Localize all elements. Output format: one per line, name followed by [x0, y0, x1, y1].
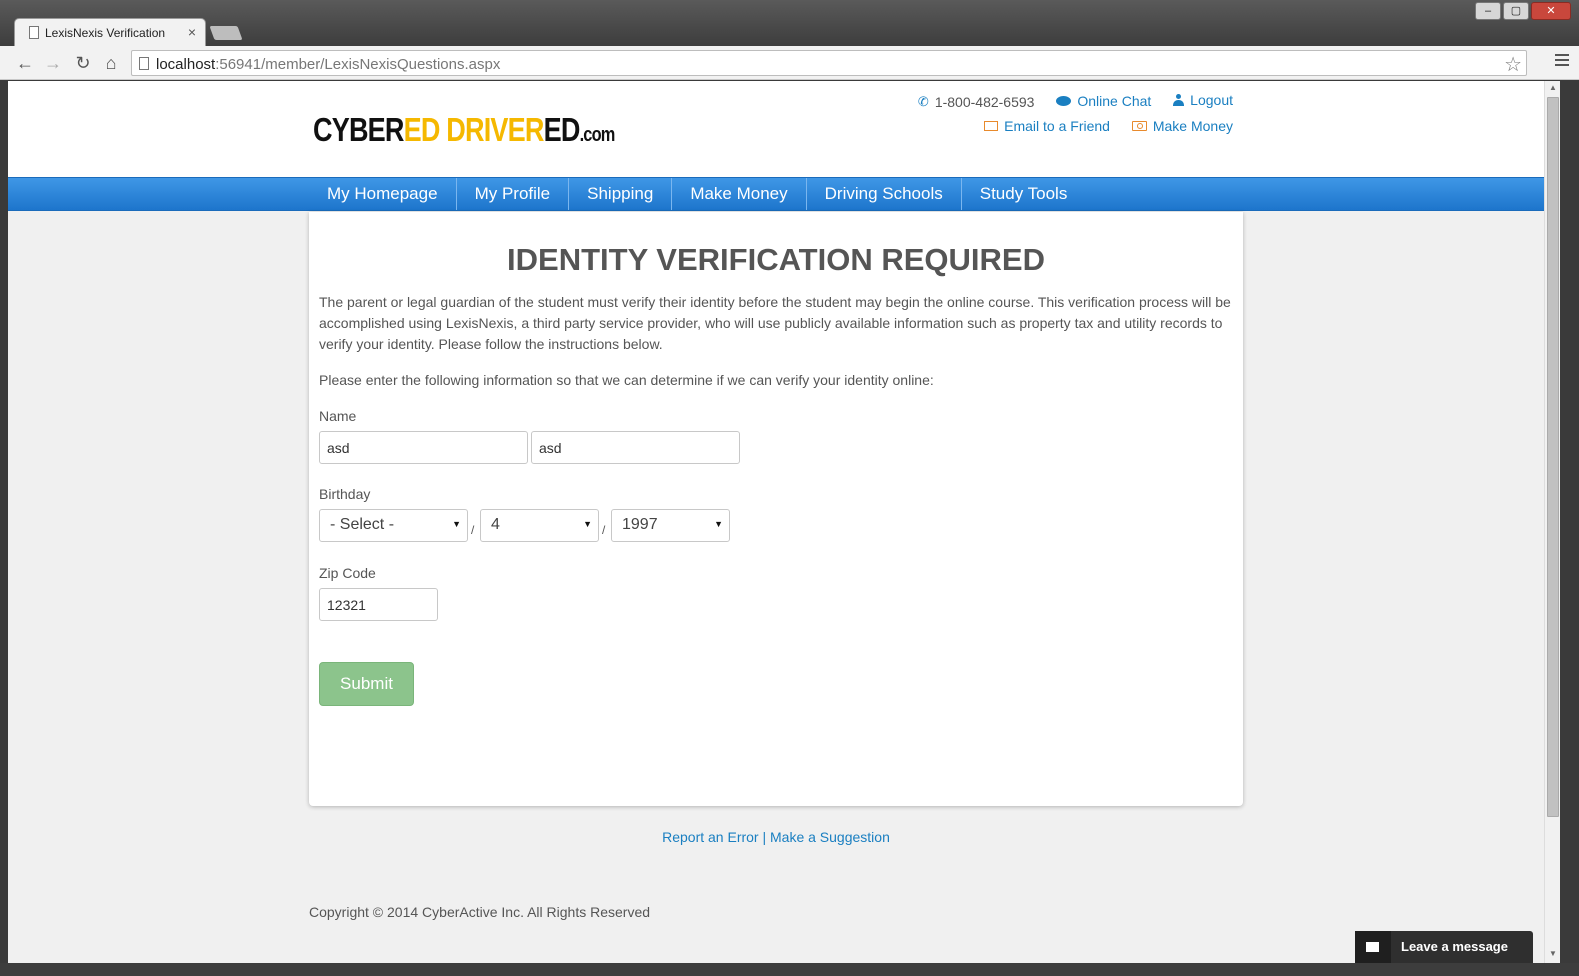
- browser-tab[interactable]: LexisNexis Verification ×: [14, 18, 206, 46]
- maximize-button[interactable]: ▢: [1503, 2, 1529, 20]
- email-friend-link[interactable]: Email to a Friend: [984, 118, 1110, 134]
- nav-item-make-money[interactable]: Make Money: [672, 178, 807, 210]
- birth-day-select[interactable]: 4 ▼: [480, 509, 599, 542]
- forward-arrow-icon[interactable]: →: [42, 52, 64, 74]
- browser-toolbar: ← → ↻ ⌂ localhost:56941/member/LexisNexi…: [0, 46, 1579, 80]
- new-tab-button[interactable]: [209, 26, 243, 40]
- site-header: CYBERED DRIVERED.com ✆ 1-800-482-6593 Onl…: [8, 81, 1544, 177]
- envelope-icon-box: [1355, 931, 1391, 963]
- instruction-text: Please enter the following information s…: [319, 372, 934, 388]
- browser-titlebar: LexisNexis Verification × – ▢ ✕: [0, 0, 1579, 46]
- make-money-link[interactable]: Make Money: [1131, 118, 1233, 134]
- site-logo[interactable]: CYBERED DRIVERED.com: [313, 111, 615, 149]
- zip-input[interactable]: 12321: [319, 588, 438, 621]
- page-icon: [29, 26, 39, 39]
- envelope-icon: [984, 121, 999, 131]
- first-name-input[interactable]: asd: [319, 431, 528, 464]
- verification-card: IDENTITY VERIFICATION REQUIRED The paren…: [309, 212, 1243, 806]
- phone-icon: ✆: [917, 94, 929, 109]
- nav-item-my-homepage[interactable]: My Homepage: [309, 178, 457, 210]
- online-chat-link[interactable]: Online Chat: [1056, 93, 1151, 109]
- home-icon[interactable]: ⌂: [100, 52, 122, 74]
- footer-links[interactable]: Report an Error | Make a Suggestion: [309, 829, 1243, 845]
- back-arrow-icon[interactable]: ←: [14, 52, 36, 74]
- scroll-up-icon[interactable]: ▲: [1549, 83, 1557, 92]
- dropdown-caret-icon: ▼: [583, 519, 592, 529]
- zip-label: Zip Code: [319, 565, 376, 581]
- user-icon: [1173, 94, 1185, 106]
- name-label: Name: [319, 408, 357, 424]
- nav-item-study-tools[interactable]: Study Tools: [962, 178, 1086, 210]
- page-icon: [139, 57, 149, 70]
- window-controls: – ▢ ✕: [1475, 2, 1571, 20]
- date-separator: /: [471, 523, 475, 537]
- minimize-button[interactable]: –: [1475, 2, 1501, 20]
- scroll-down-icon[interactable]: ▼: [1549, 949, 1557, 958]
- date-separator: /: [602, 523, 606, 537]
- envelope-icon: [1366, 942, 1379, 952]
- window-close-button[interactable]: ✕: [1531, 2, 1571, 20]
- birth-month-select[interactable]: - Select - ▼: [319, 509, 468, 542]
- page-title: IDENTITY VERIFICATION REQUIRED: [507, 242, 1045, 277]
- birthday-label: Birthday: [319, 486, 371, 502]
- address-bar[interactable]: localhost:56941/member/LexisNexisQuestio…: [131, 50, 1527, 76]
- header-links: ✆ 1-800-482-6593 Online Chat Logout Email…: [900, 92, 1233, 144]
- nav-item-driving-schools[interactable]: Driving Schools: [807, 178, 962, 210]
- main-nav: My Homepage My Profile Shipping Make Mon…: [8, 177, 1544, 211]
- intro-text: The parent or legal guardian of the stud…: [319, 294, 1231, 352]
- dropdown-caret-icon: ▼: [714, 519, 723, 529]
- window-bottom-frame: [0, 963, 1579, 976]
- birth-year-select[interactable]: 1997 ▼: [611, 509, 730, 542]
- nav-item-my-profile[interactable]: My Profile: [457, 178, 570, 210]
- bookmark-star-icon[interactable]: ☆: [1504, 52, 1522, 77]
- nav-item-shipping[interactable]: Shipping: [569, 178, 673, 210]
- page-viewport: CYBERED DRIVERED.com ✆ 1-800-482-6593 Onl…: [8, 81, 1544, 963]
- scroll-thumb[interactable]: [1547, 97, 1559, 817]
- leave-message-widget[interactable]: Leave a message: [1355, 931, 1533, 963]
- url-text: localhost:56941/member/LexisNexisQuestio…: [156, 56, 501, 73]
- chat-icon: [1056, 96, 1072, 106]
- menu-icon[interactable]: [1555, 54, 1569, 69]
- money-icon: [1131, 121, 1147, 131]
- copyright-text: Copyright © 2014 CyberActive Inc. All Ri…: [309, 904, 651, 920]
- logout-link[interactable]: Logout: [1173, 92, 1233, 108]
- vertical-scrollbar[interactable]: ▲ ▼: [1544, 81, 1560, 963]
- tab-close-icon[interactable]: ×: [188, 24, 196, 40]
- phone-number: ✆ 1-800-482-6593: [917, 94, 1035, 110]
- submit-button[interactable]: Submit: [319, 662, 414, 706]
- leave-message-label: Leave a message: [1401, 939, 1508, 954]
- reload-icon[interactable]: ↻: [72, 52, 94, 74]
- last-name-input[interactable]: asd: [531, 431, 740, 464]
- dropdown-caret-icon: ▼: [452, 519, 461, 529]
- tab-title: LexisNexis Verification: [45, 26, 166, 40]
